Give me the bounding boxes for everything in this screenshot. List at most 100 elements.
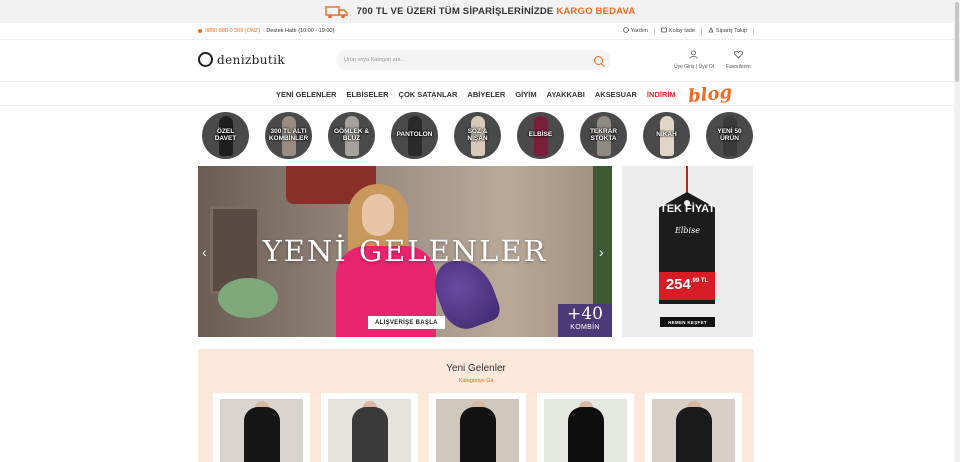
help-icon — [622, 27, 629, 35]
account-button[interactable]: Üye Giriş | Üye Ol — [674, 50, 714, 70]
utility-links: Yardım Kolay İade Sipariş Takip — [622, 27, 754, 35]
nav-item-accessories[interactable]: AKSESUAR — [595, 90, 637, 99]
product-image — [328, 399, 411, 462]
shop-now-button[interactable]: ALIŞVERİŞE BAŞLA — [368, 316, 445, 329]
category-label: SÖZ & NİŞAN — [467, 127, 488, 142]
nav-item-dresses[interactable]: ELBİSELER — [346, 90, 388, 99]
nav-item-clothing[interactable]: GİYİM — [515, 90, 536, 99]
side-promo-banner[interactable]: TEK FİYAT Elbise 254 ,99 TL HEMEN KEŞFET — [622, 166, 753, 337]
support-info: 0850 888 0 309 (ÖNZ) - Destek Hattı (10:… — [198, 28, 334, 34]
section-title: Yeni Gelenler — [446, 363, 506, 374]
page-scrollbar[interactable] — [954, 0, 960, 462]
category-new-50[interactable]: YENİ 50 ÜRÜN — [706, 112, 753, 159]
support-phone[interactable]: 0850 888 0 309 (ÖNZ) — [205, 28, 260, 34]
promo-text: 700 TL VE ÜZERİ TÜM SİPARİŞLERİNİZDE KAR… — [357, 6, 636, 17]
product-card[interactable] — [213, 393, 310, 462]
nav-item-evening-dresses[interactable]: ABİYELER — [467, 90, 505, 99]
hero-title: YENİ GELENLER — [262, 234, 548, 268]
hero-image-plant — [218, 278, 278, 318]
category-shirt-blouse[interactable]: GÖMLEK & BLUZ — [328, 112, 375, 159]
discover-now-button[interactable]: HEMEN KEŞFET — [660, 317, 715, 327]
model-dress — [243, 407, 280, 462]
product-card[interactable] — [429, 393, 526, 462]
divider — [0, 39, 960, 40]
side-promo-script: Elbise — [675, 226, 700, 235]
info-bar: 0850 888 0 309 (ÖNZ) - Destek Hattı (10:… — [198, 23, 754, 39]
nav-item-sale[interactable]: İNDİRİM — [647, 90, 676, 99]
combo-label: KOMBİN — [570, 324, 600, 331]
model-dress — [351, 407, 388, 462]
category-label: NİKAH — [656, 131, 677, 139]
new-arrivals-section: Yeni Gelenler Kategoriye Git — [198, 349, 754, 462]
favorites-button[interactable]: Favorilerim — [726, 50, 751, 70]
search-bar — [336, 50, 611, 70]
slider-next-icon[interactable]: › — [599, 244, 604, 260]
price-main: 254 — [665, 276, 691, 293]
category-label: ÖZEL DAVET — [214, 127, 237, 142]
go-to-category-link[interactable]: Kategoriye Git — [198, 378, 754, 384]
divider — [0, 81, 960, 82]
hero-slider[interactable]: YENİ GELENLER ALIŞVERİŞE BAŞLA +40 KOMBİ… — [198, 166, 612, 337]
category-wedding[interactable]: NİKAH — [643, 112, 690, 159]
category-label: 300 TL ALTI KOMBİNLER — [268, 127, 309, 142]
account-label: Üye Giriş | Üye Ol — [674, 64, 714, 70]
combo-badge: +40 KOMBİN — [558, 304, 612, 337]
logo-mark-icon — [198, 52, 213, 67]
heart-icon — [733, 50, 743, 61]
divider — [700, 27, 702, 35]
product-image — [544, 399, 627, 462]
nav-item-best-sellers[interactable]: ÇOK SATANLAR — [399, 90, 458, 99]
return-icon — [661, 27, 667, 35]
product-card[interactable] — [321, 393, 418, 462]
divider — [653, 27, 655, 35]
side-promo-title: TEK FİYAT — [659, 203, 715, 215]
side-promo-price: 254 ,99 TL — [659, 272, 715, 300]
nav-item-new-arrivals[interactable]: YENİ GELENLER — [276, 90, 336, 99]
product-card[interactable] — [537, 393, 634, 462]
favorites-label: Favorilerim — [725, 64, 751, 70]
main-nav: YENİ GELENLER ELBİSELER ÇOK SATANLAR ABİ… — [276, 81, 733, 106]
product-card[interactable] — [645, 393, 742, 462]
category-engagement[interactable]: SÖZ & NİŞAN — [454, 112, 501, 159]
product-image — [220, 399, 303, 462]
hero-image-model-face — [362, 194, 394, 236]
combo-number: +40 — [567, 304, 603, 324]
category-special-occasion[interactable]: ÖZEL DAVET — [202, 112, 249, 159]
product-image — [436, 399, 519, 462]
model-dress — [567, 407, 604, 462]
header-actions: Üye Giriş | Üye Ol Favorilerim — [674, 50, 751, 70]
site-logo[interactable]: denizbutik — [198, 52, 285, 67]
category-circles: ÖZEL DAVET 300 TL ALTI KOMBİNLER GÖMLEK … — [202, 112, 753, 159]
model-dress — [675, 407, 712, 462]
logo-text: denizbutik — [217, 52, 286, 67]
user-icon — [689, 50, 698, 61]
category-under-300[interactable]: 300 TL ALTI KOMBİNLER — [265, 112, 312, 159]
search-icon[interactable] — [594, 55, 603, 65]
help-link[interactable]: Yardım — [622, 27, 648, 35]
slider-prev-icon[interactable]: ‹ — [202, 244, 207, 260]
category-label: YENİ 50 ÜRÜN — [717, 127, 742, 142]
search-input[interactable] — [344, 57, 594, 63]
category-dress[interactable]: ELBİSE — [517, 112, 564, 159]
order-track-icon — [708, 27, 714, 35]
phone-dot-icon — [198, 29, 202, 33]
easy-return-label: Kolay İade — [668, 28, 695, 34]
promo-text-highlight: KARGO BEDAVA — [556, 6, 636, 17]
scrollbar-thumb[interactable] — [955, 2, 959, 82]
category-trousers[interactable]: PANTOLON — [391, 112, 438, 159]
support-hours: - Destek Hattı (10:00 - 19:00) — [263, 28, 335, 34]
divider — [753, 27, 754, 35]
truck-icon — [324, 5, 349, 19]
nav-item-blog[interactable]: blog — [687, 81, 733, 106]
help-link-label: Yardım — [630, 28, 648, 34]
price-decimals: ,99 TL — [690, 278, 709, 284]
category-label: TEKRAR STOKTA — [589, 127, 618, 142]
product-list — [213, 393, 742, 462]
category-label: GÖMLEK & BLUZ — [333, 127, 370, 142]
nav-item-shoes[interactable]: AYAKKABI — [547, 90, 585, 99]
promo-banner[interactable]: 700 TL VE ÜZERİ TÜM SİPARİŞLERİNİZDE KAR… — [0, 0, 960, 23]
product-image — [652, 399, 735, 462]
category-back-in-stock[interactable]: TEKRAR STOKTA — [580, 112, 627, 159]
easy-return-link[interactable]: Kolay İade — [661, 27, 695, 35]
order-track-link[interactable]: Sipariş Takip — [708, 27, 747, 35]
